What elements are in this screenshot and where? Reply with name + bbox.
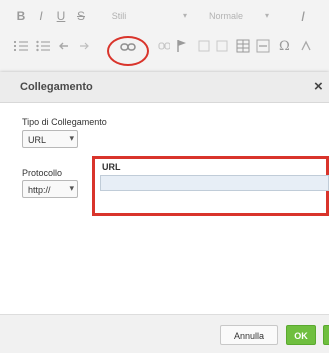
svg-text:Ω: Ω (279, 39, 290, 52)
protocol-value: http:// (28, 185, 51, 195)
unlink-icon[interactable] (158, 40, 170, 60)
bullet-list-icon[interactable] (36, 40, 50, 60)
dialog-header: Collegamento × (0, 72, 329, 103)
image-icon[interactable] (198, 40, 210, 60)
close-icon[interactable]: × (314, 78, 323, 95)
bold-button[interactable]: B (14, 6, 28, 26)
dialog-title: Collegamento (20, 81, 93, 93)
ok-button[interactable]: OK (286, 325, 316, 345)
url-input[interactable] (100, 175, 329, 191)
editor-toolbar: B I U S Stili ▾ Normale ▾ I Ω (0, 0, 329, 80)
cancel-button[interactable]: Annulla (220, 325, 278, 345)
underline-button[interactable]: U (54, 6, 68, 26)
format-select[interactable]: Normale (204, 6, 248, 26)
link-dialog: Collegamento × Tipo di Collegamento URL … (0, 72, 329, 353)
text-color-button[interactable]: I (296, 6, 310, 26)
chevron-down-icon: ▾ (69, 133, 74, 143)
numbered-list-icon[interactable] (14, 40, 28, 60)
url-label: URL (102, 162, 121, 172)
special-char-icon[interactable]: Ω (278, 38, 292, 58)
strikethrough-button[interactable]: S (74, 6, 88, 26)
horizontal-line-icon[interactable] (256, 39, 270, 59)
more-tools-icon[interactable] (300, 40, 314, 60)
partial-button[interactable] (323, 325, 329, 345)
toolbar-row-2: Ω (0, 36, 329, 64)
outdent-icon[interactable] (58, 40, 70, 60)
style-select-caret[interactable]: ▾ (180, 6, 190, 26)
protocol-label: Protocollo (22, 168, 63, 178)
format-select-caret[interactable]: ▾ (262, 6, 272, 26)
link-type-value: URL (28, 135, 47, 145)
table-icon[interactable] (236, 39, 250, 59)
italic-button[interactable]: I (34, 6, 48, 26)
flash-icon[interactable] (216, 40, 228, 60)
link-button-highlight (107, 36, 149, 66)
protocol-select[interactable]: http:// ▾ (22, 180, 78, 198)
indent-icon[interactable] (78, 40, 90, 60)
chevron-down-icon: ▾ (69, 183, 74, 193)
link-type-select[interactable]: URL ▾ (22, 130, 78, 148)
anchor-flag-icon[interactable] (176, 39, 188, 59)
toolbar-row-1: B I U S Stili ▾ Normale ▾ I (0, 6, 329, 34)
link-type-label: Tipo di Collegamento (22, 117, 107, 127)
style-select[interactable]: Stili (104, 6, 134, 26)
dialog-footer: Annulla OK (0, 314, 329, 353)
